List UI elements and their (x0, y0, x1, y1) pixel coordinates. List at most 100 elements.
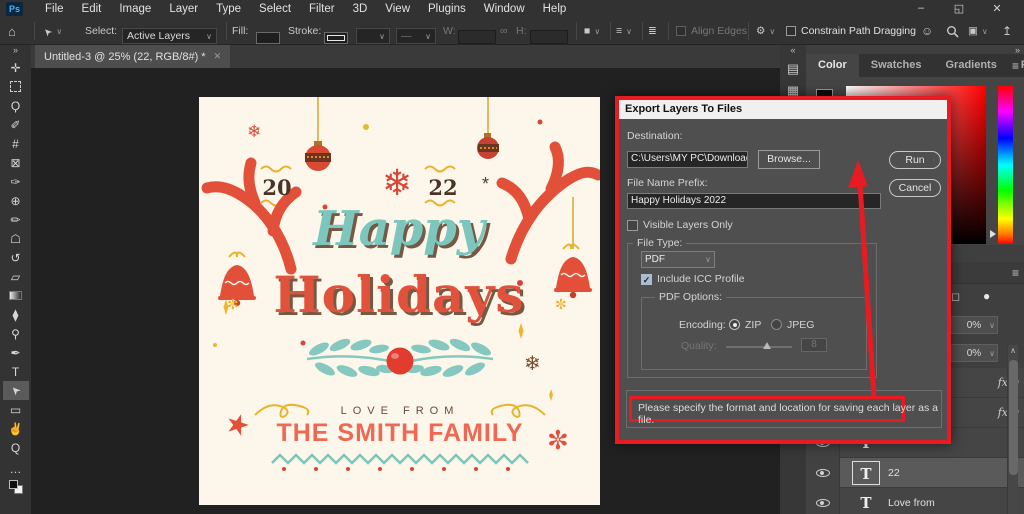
path-alignment-icon[interactable]: ≡∨ (616, 18, 632, 44)
menu-layer[interactable]: Layer (161, 1, 206, 17)
foreground-background-colors[interactable] (9, 480, 23, 494)
toolbar-collapse-icon[interactable]: » (0, 45, 31, 58)
type-tool[interactable]: T (3, 362, 29, 381)
marquee-tool[interactable] (3, 77, 29, 96)
lock-transparency-icon[interactable]: ◻ (951, 290, 960, 303)
menu-file[interactable]: File (37, 1, 72, 17)
more-tools-icon[interactable]: … (3, 459, 29, 478)
close-icon[interactable]: ✕ (984, 2, 1010, 15)
dialog-message: Please specify the format and location f… (638, 402, 947, 426)
jpeg-radio[interactable] (771, 319, 782, 330)
options-bar: ⌂ ➤∨ Select: Active Layers∨ Fill: Stroke… (0, 18, 1024, 45)
menu-window[interactable]: Window (476, 1, 533, 17)
export-share-icon[interactable]: ↥ (1002, 18, 1012, 44)
tab-swatches[interactable]: Swatches (859, 54, 934, 77)
path-selection-tool[interactable]: ➤ (3, 381, 29, 400)
dodge-tool[interactable]: ⚲ (3, 324, 29, 343)
path-selection-tool-icon: ➤ (8, 383, 24, 399)
restore-icon[interactable]: ◱ (946, 2, 972, 15)
path-operations-icon[interactable]: ■∨ (584, 18, 600, 44)
menu-help[interactable]: Help (535, 1, 575, 17)
menu-select[interactable]: Select (251, 1, 299, 17)
layer-row[interactable]: T 22 (806, 458, 1024, 488)
document-tab[interactable]: Untitled-3 @ 25% (22, RGB/8#) * ✕ (35, 45, 230, 68)
menu-image[interactable]: Image (111, 1, 159, 17)
constrain-path-dragging-checkbox[interactable]: Constrain Path Dragging (786, 18, 916, 44)
file-type-dropdown[interactable]: PDF∨ (641, 251, 715, 268)
menu-view[interactable]: View (377, 1, 418, 17)
scrollbar-thumb[interactable] (1009, 360, 1018, 475)
browse-button[interactable]: Browse... (758, 150, 820, 169)
layer-name[interactable]: 22 (888, 467, 900, 479)
canvas[interactable]: ❄ ❄ * ❄ ✼ ✼ ✼ ★ 20 22 Happy Holidays LOV… (199, 97, 600, 505)
layer-thumbnail[interactable]: T (852, 491, 880, 514)
tab-gradients[interactable]: Gradients (933, 54, 1008, 77)
cancel-button[interactable]: Cancel (889, 179, 941, 197)
brush-tool[interactable]: ✏ (3, 210, 29, 229)
share-for-review-icon[interactable]: ☺ (921, 18, 933, 44)
quality-slider-thumb[interactable] (763, 342, 771, 349)
include-icc-checkbox[interactable]: ✓ (641, 274, 652, 285)
pen-tool[interactable]: ✒ (3, 343, 29, 362)
quality-slider[interactable] (726, 346, 792, 348)
zip-radio[interactable] (729, 319, 740, 330)
tab-close-icon[interactable]: ✕ (214, 51, 222, 62)
path-arrangement-icon[interactable]: ≣ (648, 18, 657, 44)
blur-tool[interactable]: ⧫ (3, 305, 29, 324)
object-selection-tool[interactable]: ✐ (3, 115, 29, 134)
align-edges-checkbox[interactable]: Align Edges (676, 18, 747, 44)
move-tool-icon: ✛ (10, 61, 20, 75)
layers-scrollbar[interactable]: ∧ (1007, 345, 1018, 514)
panels-collapse-icon[interactable]: « (780, 45, 806, 55)
search-icon[interactable] (946, 18, 959, 44)
link-dimensions-icon[interactable]: ∞ (500, 18, 508, 44)
rectangle-tool[interactable]: ▭ (3, 400, 29, 419)
menu-3d[interactable]: 3D (345, 1, 376, 17)
photoshop-window: Ps FileEditImageLayerTypeSelectFilter3DV… (0, 0, 1024, 514)
eraser-tool[interactable]: ▱ (3, 267, 29, 286)
history-panel-icon[interactable]: ▤ (780, 61, 806, 77)
dialog-title[interactable]: Export Layers To Files (619, 100, 947, 119)
tool-bar: » ✛ Ϙ✐#⊠✑⊕✏☖↺▱ ⧫⚲✒T ➤▭✌ Q … (0, 45, 31, 514)
hue-slider[interactable] (998, 86, 1013, 244)
layer-thumbnail[interactable]: T (852, 461, 880, 485)
menu-filter[interactable]: Filter (301, 1, 343, 17)
menu-bar: FileEditImageLayerTypeSelectFilter3DView… (37, 1, 574, 17)
zoom-tool[interactable]: Q (3, 438, 29, 457)
layers-panel-menu-icon[interactable]: ≡ (1012, 266, 1019, 280)
frame-tool[interactable]: ⊠ (3, 153, 29, 172)
eye-icon[interactable] (816, 499, 830, 507)
zoom-tool-icon: Q (11, 441, 20, 455)
menu-edit[interactable]: Edit (74, 1, 110, 17)
tab-color[interactable]: Color (806, 54, 859, 77)
layer-name[interactable]: Love from (888, 497, 935, 509)
hue-slider-arrow[interactable] (990, 230, 996, 238)
run-button[interactable]: Run (889, 151, 941, 169)
hand-tool[interactable]: ✌ (3, 419, 29, 438)
home-icon[interactable]: ⌂ (8, 18, 16, 44)
eyedropper-tool[interactable]: ✑ (3, 172, 29, 191)
minimize-icon[interactable]: – (908, 2, 934, 14)
gradient-tool[interactable] (3, 286, 29, 305)
visible-layers-only-checkbox[interactable] (627, 220, 638, 231)
quality-value-field[interactable]: 8 (801, 338, 827, 352)
current-tool-icon[interactable]: ➤∨ (44, 18, 62, 44)
gear-icon[interactable]: ⚙∨ (756, 18, 775, 44)
height-label: H: (516, 18, 527, 44)
menu-plugins[interactable]: Plugins (420, 1, 474, 17)
color-panel-menu-icon[interactable]: ≡ (1012, 59, 1019, 73)
layer-row[interactable]: T Love from (806, 488, 1024, 514)
history-brush-tool[interactable]: ↺ (3, 248, 29, 267)
clone-stamp-tool[interactable]: ☖ (3, 229, 29, 248)
move-tool[interactable]: ✛ (3, 58, 29, 77)
lock-all-icon[interactable]: ● (983, 289, 990, 303)
scroll-up-icon[interactable]: ∧ (1008, 345, 1018, 357)
menu-type[interactable]: Type (208, 1, 249, 17)
crop-tool[interactable]: # (3, 134, 29, 153)
healing-brush-tool[interactable]: ⊕ (3, 191, 29, 210)
lasso-tool[interactable]: Ϙ (3, 96, 29, 115)
destination-field[interactable]: C:\Users\MY PC\Downloads (627, 151, 748, 168)
encoding-label: Encoding: (679, 319, 726, 331)
workspace-switcher-icon[interactable]: ▣∨ (968, 18, 988, 44)
eye-icon[interactable] (816, 469, 830, 477)
